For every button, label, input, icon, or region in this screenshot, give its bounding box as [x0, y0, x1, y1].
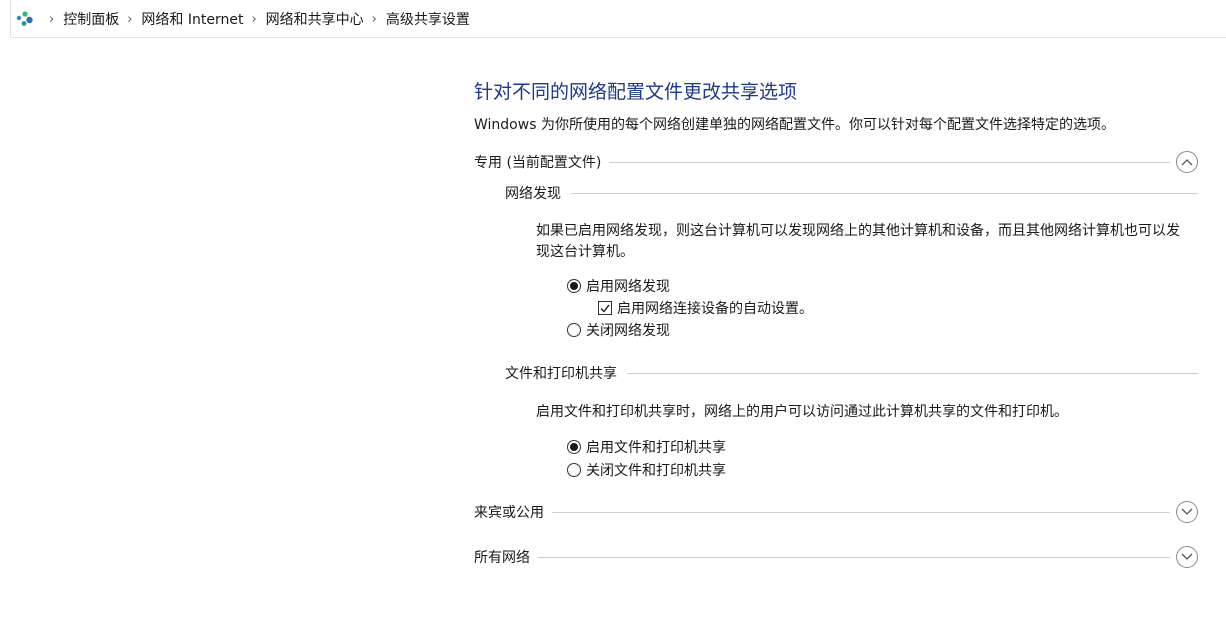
breadcrumb: › 控制面板 › 网络和 Internet › 网络和共享中心 › 高级共享设置 — [15, 9, 470, 29]
chevron-right-icon[interactable]: › — [127, 12, 132, 27]
subsection-network-discovery: 网络发现 — [505, 182, 1198, 204]
checkbox-label: 启用网络连接设备的自动设置。 — [617, 301, 813, 317]
radio-network-discovery-off[interactable]: 关闭网络发现 — [567, 320, 670, 340]
radio-label: 启用网络发现 — [586, 279, 670, 295]
divider — [552, 511, 1170, 513]
radio-button[interactable] — [567, 463, 581, 477]
breadcrumb-control-panel[interactable]: 控制面板 — [63, 9, 119, 29]
radio-file-sharing-on[interactable]: 启用文件和打印机共享 — [567, 437, 726, 457]
chevron-right-icon: › — [49, 11, 55, 27]
file-printer-sharing-description: 启用文件和打印机共享时，网络上的用户可以访问通过此计算机共享的文件和打印机。 — [536, 404, 1068, 420]
divider — [571, 192, 1198, 194]
expand-button[interactable] — [1176, 501, 1198, 523]
page-description: Windows 为你所使用的每个网络创建单独的网络配置文件。你可以针对每个配置文… — [474, 117, 1115, 133]
address-bar[interactable]: › 控制面板 › 网络和 Internet › 网络和共享中心 › 高级共享设置 — [10, 0, 1226, 38]
radio-label: 关闭文件和打印机共享 — [586, 463, 726, 479]
network-discovery-heading: 网络发现 — [505, 186, 561, 202]
radio-label: 关闭网络发现 — [586, 323, 670, 339]
network-discovery-description: 如果已启用网络发现，则这台计算机可以发现网络上的其他计算机和设备，而且其他网络计… — [536, 223, 1180, 260]
breadcrumb-network-sharing-center[interactable]: 网络和共享中心 — [266, 9, 364, 29]
checkmark-icon — [600, 304, 610, 313]
divider — [627, 372, 1198, 374]
page-title: 针对不同的网络配置文件更改共享选项 — [474, 81, 798, 103]
radio-file-sharing-off[interactable]: 关闭文件和打印机共享 — [567, 460, 726, 480]
breadcrumb-advanced-sharing[interactable]: 高级共享设置 — [386, 9, 470, 29]
chevron-right-icon[interactable]: › — [372, 12, 377, 27]
checkbox-checked[interactable] — [598, 301, 612, 315]
section-private[interactable]: 专用 (当前配置文件) — [474, 150, 1198, 174]
section-all-networks[interactable]: 所有网络 — [474, 545, 1198, 569]
expand-button[interactable] — [1176, 546, 1198, 568]
file-printer-sharing-heading: 文件和打印机共享 — [505, 366, 617, 382]
section-guest-public[interactable]: 来宾或公用 — [474, 500, 1198, 524]
section-private-label: 专用 (当前配置文件) — [474, 155, 602, 171]
chevron-right-icon[interactable]: › — [251, 12, 256, 27]
radio-button-selected[interactable] — [567, 279, 581, 293]
control-panel-icon — [16, 11, 33, 26]
chevron-up-icon — [1181, 159, 1193, 166]
radio-button-selected[interactable] — [567, 440, 581, 454]
collapse-button[interactable] — [1176, 151, 1198, 173]
breadcrumb-network-internet[interactable]: 网络和 Internet — [141, 9, 243, 29]
section-guest-public-label: 来宾或公用 — [474, 505, 544, 521]
section-all-networks-label: 所有网络 — [474, 550, 530, 566]
checkbox-auto-setup[interactable]: 启用网络连接设备的自动设置。 — [598, 298, 813, 318]
radio-button[interactable] — [567, 323, 581, 337]
divider — [538, 556, 1170, 558]
chevron-down-icon — [1181, 508, 1193, 515]
radio-label: 启用文件和打印机共享 — [586, 440, 726, 456]
divider — [609, 161, 1170, 163]
chevron-down-icon — [1181, 553, 1193, 560]
subsection-file-printer-sharing: 文件和打印机共享 — [505, 362, 1198, 384]
radio-network-discovery-on[interactable]: 启用网络发现 — [567, 276, 670, 296]
